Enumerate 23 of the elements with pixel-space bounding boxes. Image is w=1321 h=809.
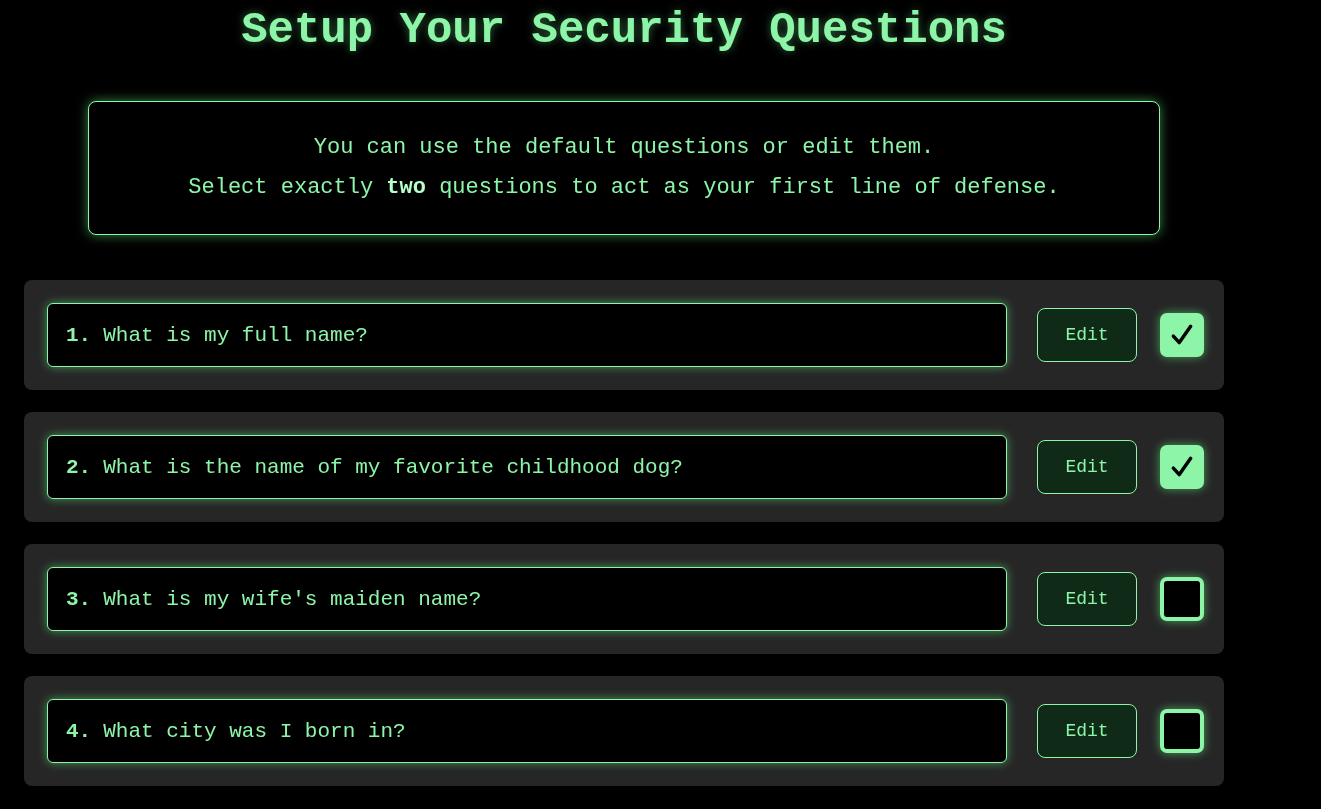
question-number: 3.: [66, 587, 92, 611]
question-field[interactable]: 4. What city was I born in?: [47, 699, 1007, 763]
question-number: 2.: [66, 455, 92, 479]
edit-button[interactable]: Edit: [1037, 704, 1137, 758]
question-text: What is the name of my favorite childhood dog?: [103, 455, 683, 479]
page-title: Setup Your Security Questions: [240, 4, 1008, 56]
edit-button[interactable]: Edit: [1037, 440, 1137, 494]
instruction-text: Select exactly two questions to act as your first line of defense.: [187, 174, 1061, 202]
checkbox[interactable]: [1160, 445, 1204, 489]
question-text: What is my full name?: [103, 323, 368, 347]
question-text: What city was I born in?: [103, 719, 406, 743]
question-field[interactable]: 3. What is my wife's maiden name?: [47, 567, 1007, 631]
edit-button[interactable]: Edit: [1037, 572, 1137, 626]
edit-button[interactable]: Edit: [1037, 308, 1137, 362]
checkbox[interactable]: [1160, 313, 1204, 357]
question-field[interactable]: 2. What is the name of my favorite childhood dog?: [47, 435, 1007, 499]
question-number: 4.: [66, 719, 92, 743]
question-field[interactable]: 1. What is my full name?: [47, 303, 1007, 367]
question-text: What is my wife's maiden name?: [103, 587, 482, 611]
instruction-text: You can use the default questions or edit them.: [312, 134, 936, 162]
question-number: 1.: [66, 323, 92, 347]
checkbox[interactable]: [1160, 577, 1204, 621]
checkbox[interactable]: [1160, 709, 1204, 753]
